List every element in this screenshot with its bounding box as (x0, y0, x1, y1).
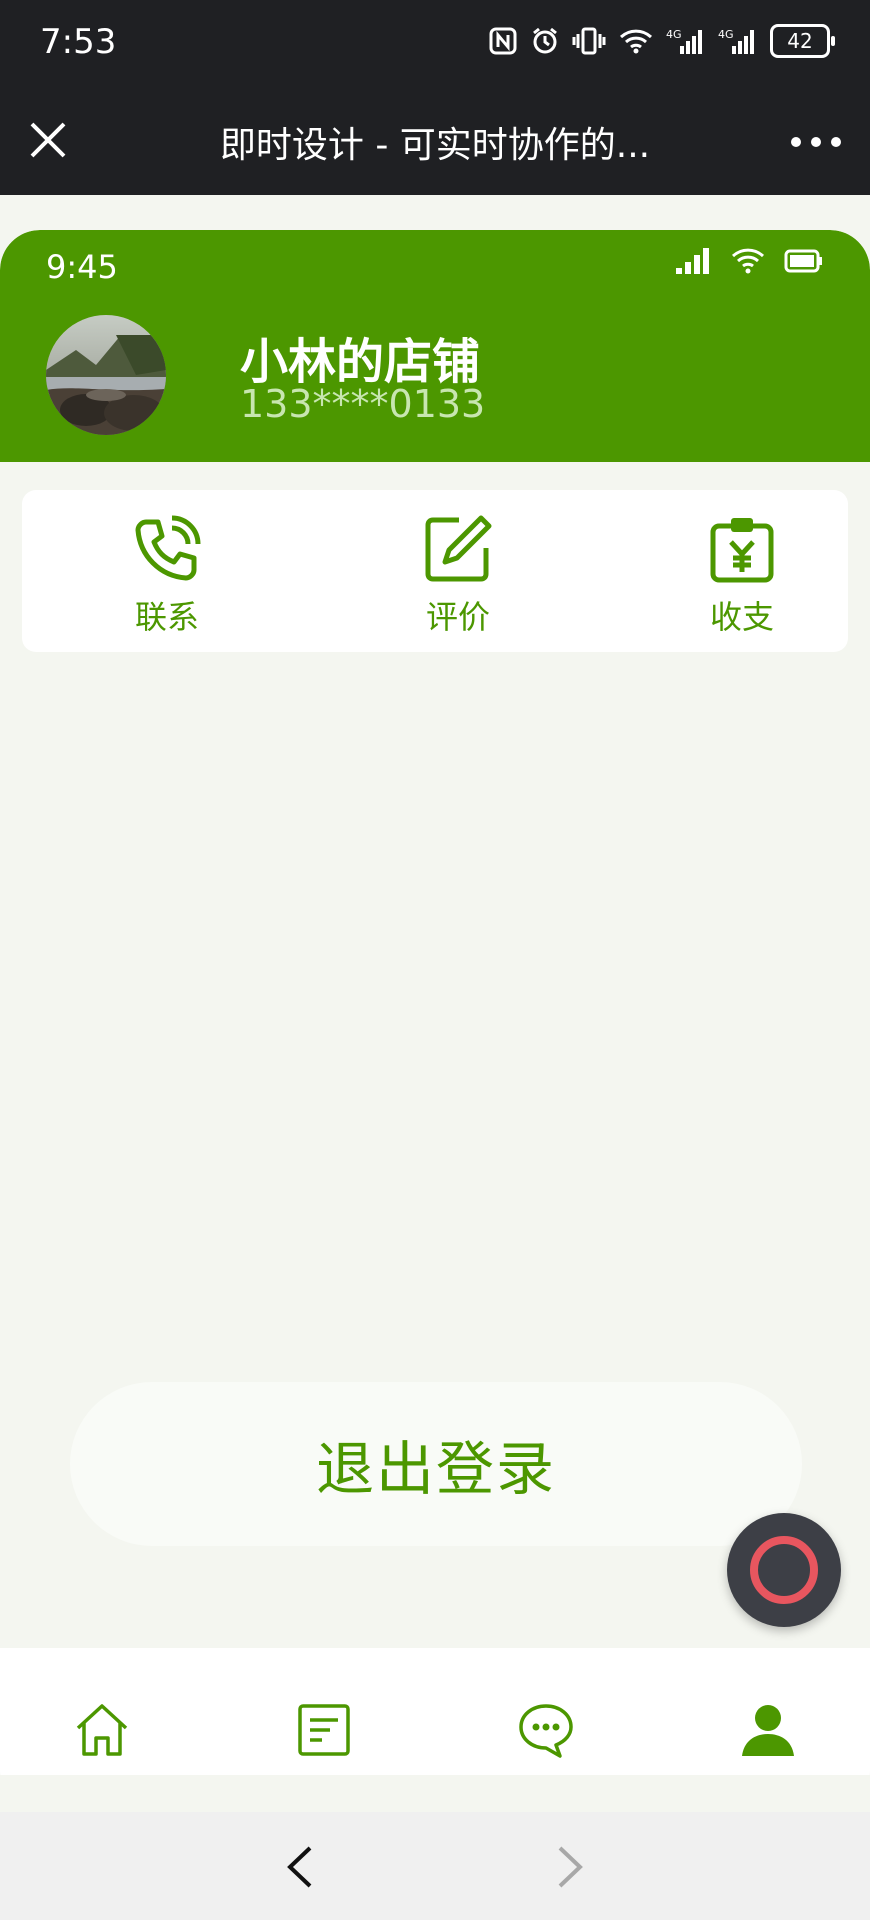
action-label: 联系 (134, 598, 199, 636)
app-status-icons (674, 246, 824, 276)
phone-icon (135, 515, 201, 581)
close-icon[interactable] (26, 118, 70, 162)
action-contact[interactable]: 联系 (97, 514, 237, 638)
document-icon[interactable] (294, 1700, 354, 1760)
battery-icon (784, 249, 822, 273)
forward-icon[interactable] (550, 1842, 590, 1892)
edit-icon (425, 515, 492, 582)
chat-icon[interactable] (516, 1700, 576, 1760)
home-icon[interactable] (72, 1700, 132, 1760)
shop-phone: 133****0133 (240, 382, 486, 426)
record-ring-icon (750, 1536, 818, 1604)
action-review[interactable]: 评价 (388, 514, 528, 638)
system-time: 7:53 (40, 22, 117, 62)
yen-clipboard-icon (710, 518, 774, 583)
action-label: 评价 (425, 598, 490, 636)
system-icons: 4G 4G 42 (488, 24, 835, 58)
page-title: 即时设计 - 可实时协作的... (219, 125, 651, 166)
signal-4g-icon-2: 4G (718, 28, 754, 54)
action-card: 联系 评价 收支 (22, 490, 848, 652)
action-finance[interactable]: 收支 (672, 514, 812, 638)
user-icon[interactable] (738, 1700, 798, 1760)
back-icon[interactable] (280, 1842, 320, 1892)
logout-button[interactable]: 退出登录 (70, 1382, 802, 1546)
vibrate-icon (572, 27, 606, 55)
app-status-time: 9:45 (46, 248, 118, 286)
app-area: 9:45 小林的店铺 133****0133 联系 评价 收支 退出登录 (0, 195, 870, 1812)
action-label: 收支 (709, 598, 774, 636)
signal-4g-icon: 4G (666, 28, 702, 54)
floating-record-button[interactable] (727, 1513, 841, 1627)
system-status-bar: 7:53 4G 4G 42 (0, 0, 870, 90)
svg-text:4G: 4G (666, 28, 682, 41)
browser-nav-bar (0, 1812, 870, 1920)
battery-indicator: 42 (770, 24, 835, 58)
wechat-title-bar: 即时设计 - 可实时协作的... (0, 90, 870, 195)
wifi-icon (619, 29, 653, 54)
svg-text:4G: 4G (718, 28, 734, 41)
more-icon[interactable] (786, 120, 846, 164)
alarm-icon (533, 27, 557, 54)
signal-icon (676, 248, 709, 274)
profile-header: 9:45 小林的店铺 133****0133 (0, 230, 870, 462)
avatar[interactable] (46, 315, 166, 435)
tab-bar (0, 1648, 870, 1775)
nfc-icon (489, 27, 517, 55)
wifi-icon (731, 248, 765, 274)
